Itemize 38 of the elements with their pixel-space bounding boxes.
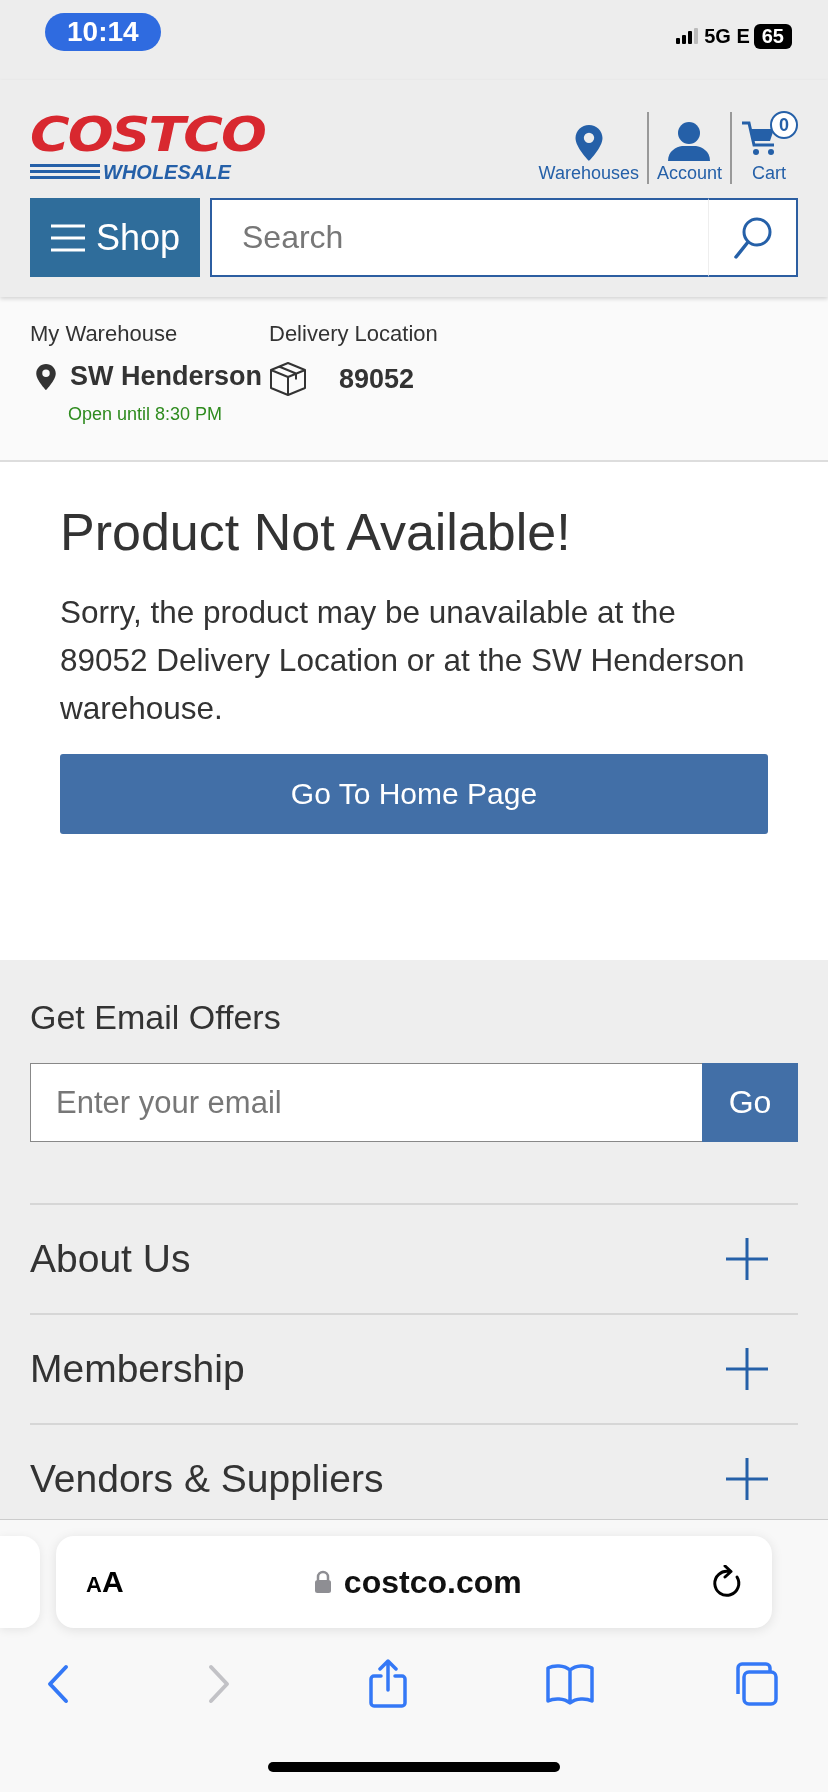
box-icon bbox=[269, 361, 307, 397]
book-icon[interactable] bbox=[545, 1662, 595, 1706]
unavailable-message: Sorry, the product may be unavailable at the 89052 Delivery Location or at the SW Henderson warehouse. bbox=[60, 593, 746, 728]
location-pin-icon bbox=[574, 125, 603, 161]
delivery-zip[interactable]: 89052 bbox=[339, 363, 415, 395]
network-label: 5G E bbox=[704, 24, 750, 48]
share-icon[interactable] bbox=[368, 1659, 408, 1709]
page-heading: Product Not Available! bbox=[60, 502, 572, 562]
address-bar[interactable]: AA costco.com bbox=[56, 1536, 772, 1628]
clock-time: 10:14 bbox=[45, 13, 161, 51]
shop-menu-button[interactable]: Shop bbox=[30, 198, 200, 277]
search-button[interactable] bbox=[708, 198, 798, 277]
lock-icon bbox=[313, 1570, 332, 1594]
home-page-button[interactable]: Go To Home Page bbox=[60, 754, 768, 834]
warehouse-label: My Warehouse bbox=[30, 321, 179, 347]
signal-icon bbox=[676, 28, 701, 44]
text-size-button[interactable]: AA bbox=[86, 1565, 124, 1599]
back-icon[interactable] bbox=[46, 1664, 70, 1704]
menu-icon bbox=[49, 222, 86, 253]
search-field[interactable]: Search bbox=[210, 198, 708, 277]
account-link[interactable]: Account bbox=[656, 121, 722, 184]
warehouse-hours: Open until 8:30 PM bbox=[67, 404, 224, 425]
footer-section[interactable]: Membership bbox=[30, 1315, 798, 1425]
warehouses-link[interactable]: Warehouses bbox=[538, 125, 639, 184]
warehouse-name[interactable]: SW Henderson bbox=[70, 361, 263, 392]
page-url: costco.com bbox=[343, 1563, 522, 1601]
costco-logo[interactable]: COSTCO WHOLESALE bbox=[30, 108, 265, 182]
location-pin-icon bbox=[36, 363, 56, 390]
go-button[interactable]: Go bbox=[702, 1063, 798, 1142]
footer-section[interactable]: About Us bbox=[30, 1205, 798, 1315]
cart-count: 0 bbox=[770, 111, 798, 139]
cart-link[interactable]: 0 Cart bbox=[740, 111, 798, 184]
email-field[interactable]: Enter your email bbox=[30, 1063, 702, 1142]
delivery-location-label: Delivery Location bbox=[269, 321, 438, 347]
battery-level: 65 bbox=[753, 23, 792, 49]
email-offers-heading: Get Email Offers bbox=[30, 998, 282, 1037]
search-icon bbox=[732, 215, 773, 260]
person-icon bbox=[666, 121, 713, 161]
